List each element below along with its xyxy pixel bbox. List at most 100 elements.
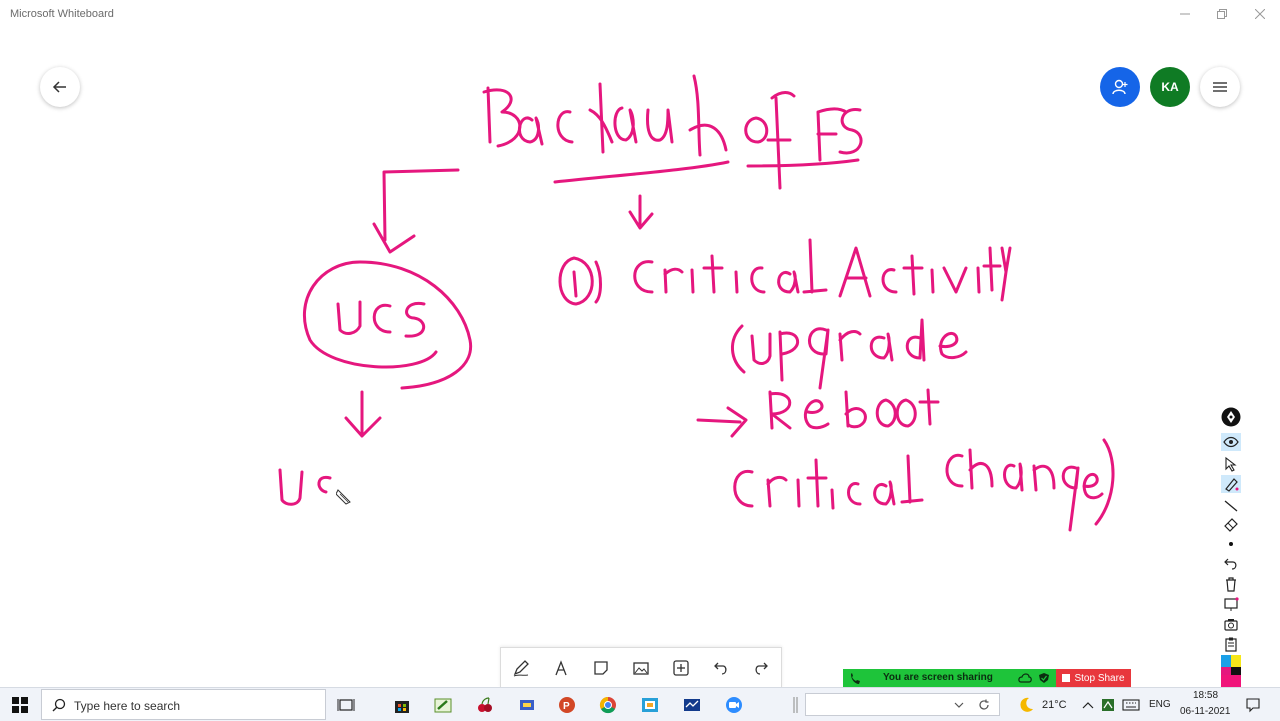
- powerpoint-icon: P: [559, 697, 575, 713]
- window-title: Microsoft Whiteboard: [10, 8, 114, 20]
- search-icon: [52, 698, 66, 712]
- clock-date[interactable]: 06-11-2021: [1180, 706, 1230, 717]
- taskbar-app-store[interactable]: [392, 695, 412, 715]
- line-icon: [1224, 500, 1238, 512]
- whiteboard-mode-button[interactable]: [1221, 595, 1241, 613]
- network-app-icon: [520, 700, 534, 710]
- whiteboard-canvas[interactable]: [0, 27, 1280, 687]
- eraser-button[interactable]: [1221, 515, 1241, 533]
- taskbar-app-zoom[interactable]: [724, 695, 744, 715]
- zoom-icon: [726, 697, 742, 713]
- maximize-icon: [1217, 9, 1227, 19]
- stroke-size-button[interactable]: [1221, 535, 1241, 553]
- ink-layer: [278, 74, 1115, 532]
- ink-reboot: [696, 388, 940, 438]
- screen-share-bar: You are screen sharing Stop Share: [843, 669, 1131, 687]
- annotation-toolbar: [1218, 405, 1244, 695]
- chevron-up-icon: [1082, 702, 1094, 709]
- task-view-button[interactable]: [336, 695, 356, 715]
- undo-icon: [1224, 558, 1237, 570]
- taskbar-app-chrome[interactable]: [598, 695, 618, 715]
- taskbar: Type here to search P 21°C ENG 18:58 06-…: [0, 687, 1280, 721]
- tray-app-icon[interactable]: [1098, 695, 1118, 715]
- redo-icon: [755, 662, 768, 675]
- keyboard-tray-button[interactable]: [1121, 695, 1141, 715]
- chevron-down-icon: [954, 702, 964, 708]
- screenshot-button[interactable]: [1221, 615, 1241, 633]
- phone-icon: [851, 673, 860, 684]
- invite-people-button[interactable]: [1100, 67, 1140, 107]
- search-placeholder: Type here to search: [74, 699, 181, 713]
- clipboard-button[interactable]: [1221, 635, 1241, 653]
- title-bar: Microsoft Whiteboard: [0, 0, 1280, 27]
- line-tool-button[interactable]: [1221, 496, 1241, 514]
- weather-temperature[interactable]: 21°C: [1042, 699, 1067, 711]
- pen-icon: [513, 660, 529, 677]
- share-status-panel: You are screen sharing: [843, 669, 1056, 687]
- note-tool-button[interactable]: [589, 656, 613, 680]
- redo-button[interactable]: [749, 656, 773, 680]
- user-avatar[interactable]: KA: [1150, 67, 1190, 107]
- stop-share-button[interactable]: Stop Share: [1056, 669, 1131, 687]
- sticky-note-icon: [594, 661, 608, 675]
- weather-widget[interactable]: [1016, 695, 1036, 715]
- ink-ucs-down-arrow: [344, 390, 382, 438]
- image-icon: [633, 662, 649, 675]
- taskbar-app-monitor[interactable]: [682, 695, 702, 715]
- marker-icon: [1225, 478, 1239, 492]
- taskbar-app-network[interactable]: [517, 695, 537, 715]
- taskbar-app-paint[interactable]: [433, 695, 453, 715]
- side-undo-button[interactable]: [1221, 555, 1241, 573]
- cherry-icon: [478, 697, 492, 712]
- eye-icon: [1223, 436, 1239, 448]
- highlighter-button[interactable]: [1221, 475, 1241, 493]
- clock-time[interactable]: 18:58: [1193, 690, 1218, 701]
- tray-app-glyph-icon: [1102, 699, 1114, 711]
- taskbar-app-editor[interactable]: [640, 695, 660, 715]
- image-tool-button[interactable]: [629, 656, 653, 680]
- ink-critical-activity: [558, 238, 1012, 306]
- hamburger-icon: [1213, 82, 1227, 92]
- eraser-cursor-icon: [336, 489, 351, 505]
- taskbar-search-box[interactable]: Type here to search: [41, 689, 326, 720]
- editor-app-icon: [642, 698, 658, 712]
- ink-us-text: [278, 468, 332, 506]
- minimize-button[interactable]: [1165, 2, 1205, 26]
- select-button[interactable]: [1221, 455, 1241, 473]
- maximize-button[interactable]: [1202, 2, 1242, 26]
- monitor-app-icon: [684, 699, 700, 711]
- stop-share-label: Stop Share: [1074, 672, 1125, 684]
- language-indicator[interactable]: ENG: [1149, 699, 1171, 710]
- start-button[interactable]: [10, 695, 30, 715]
- back-button[interactable]: [40, 67, 80, 107]
- pen-tool-button[interactable]: [509, 656, 533, 680]
- clear-button[interactable]: [1221, 575, 1241, 593]
- close-button[interactable]: [1240, 2, 1280, 26]
- task-view-icon: [337, 699, 355, 711]
- ink-left-connector: [372, 168, 460, 254]
- tray-overflow-button[interactable]: [1078, 695, 1098, 715]
- visibility-button[interactable]: [1221, 433, 1241, 451]
- store-bag-icon: [395, 701, 409, 713]
- menu-button[interactable]: [1200, 67, 1240, 107]
- taskbar-app-powerpoint[interactable]: P: [557, 695, 577, 715]
- undo-button[interactable]: [709, 656, 733, 680]
- taskbar-app-cherry[interactable]: [475, 695, 495, 715]
- taskbar-separator: [786, 695, 806, 715]
- chrome-icon: [599, 696, 616, 714]
- insert-button[interactable]: [669, 656, 693, 680]
- notification-button[interactable]: [1243, 695, 1263, 715]
- windows-logo-icon: [12, 697, 28, 713]
- plus-square-icon: [673, 660, 689, 676]
- pen-nib-icon: [1221, 407, 1241, 427]
- ink-ucs-text: [336, 300, 426, 338]
- text-tool-button[interactable]: [549, 656, 573, 680]
- dot-icon: [1229, 542, 1233, 546]
- board-icon: [1224, 597, 1239, 611]
- paint-app-icon: [434, 698, 452, 713]
- address-input[interactable]: [805, 693, 1000, 716]
- arrow-left-icon: [52, 81, 66, 93]
- clipboard-icon: [1225, 637, 1237, 652]
- moon-icon: [1020, 697, 1033, 712]
- annotation-logo-button[interactable]: [1221, 407, 1241, 427]
